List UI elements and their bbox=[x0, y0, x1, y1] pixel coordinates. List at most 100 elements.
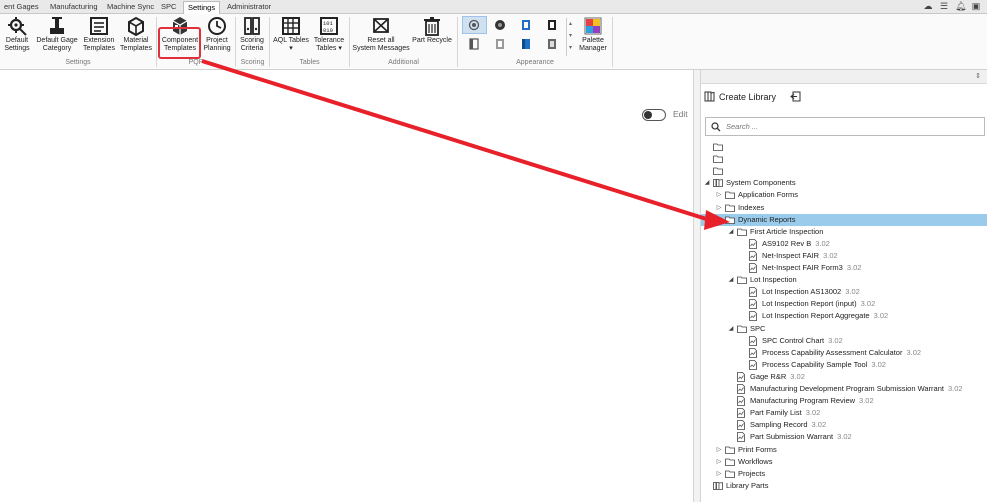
default-settings-button[interactable]: Default Settings bbox=[2, 16, 32, 53]
tree-node[interactable]: Net-Inspect FAIR 3.02 bbox=[701, 250, 987, 262]
report-doc-icon bbox=[749, 263, 757, 273]
panel-splitter[interactable] bbox=[693, 70, 701, 502]
tree-node[interactable]: Manufacturing Program Review 3.02 bbox=[701, 395, 987, 407]
reset-messages-icon bbox=[373, 18, 389, 33]
tab-spc[interactable]: SPC bbox=[157, 1, 180, 14]
expanded-arrow-icon[interactable]: ◢ bbox=[727, 274, 735, 286]
theme-dark-icon[interactable] bbox=[494, 19, 506, 31]
tree-node[interactable]: Manufacturing Development Program Submis… bbox=[701, 383, 987, 395]
tree-node[interactable] bbox=[701, 165, 987, 177]
palette-manager-button[interactable]: Palette Manager bbox=[576, 16, 610, 53]
extension-templates-icon bbox=[90, 17, 108, 35]
material-templates-button[interactable]: Material Templates bbox=[119, 16, 153, 53]
tree-node[interactable]: ◢ First Article Inspection bbox=[701, 226, 987, 238]
expanded-arrow-icon[interactable]: ◢ bbox=[715, 214, 723, 226]
folder-icon bbox=[737, 228, 747, 236]
tree-node[interactable]: Part Submission Warrant 3.02 bbox=[701, 431, 987, 443]
project-planning-button[interactable]: Project Planning bbox=[201, 16, 233, 53]
library-icon bbox=[713, 481, 723, 490]
group-label-appearance: Appearance bbox=[516, 59, 554, 66]
tree-node[interactable]: AS9102 Rev B 3.02 bbox=[701, 238, 987, 250]
tab-administrator[interactable]: Administrator bbox=[223, 1, 275, 14]
tree-node-label: Part Submission Warrant 3.02 bbox=[750, 432, 852, 442]
tree-node[interactable]: Lot Inspection Report Aggregate 3.02 bbox=[701, 310, 987, 322]
tab-machine-sync[interactable]: Machine Sync bbox=[103, 1, 158, 14]
reset-system-messages-button[interactable]: Reset all System Messages bbox=[352, 16, 410, 53]
library-icon bbox=[713, 179, 723, 188]
theme-silver-icon[interactable] bbox=[494, 38, 506, 50]
aql-tables-button[interactable]: AQL Tables ▾ bbox=[272, 16, 310, 53]
tree-node-label: Sampling Record 3.02 bbox=[750, 420, 827, 430]
binders-icon bbox=[244, 17, 260, 35]
edit-label: Edit bbox=[673, 109, 688, 119]
tree-node-label: System Components bbox=[726, 178, 796, 188]
tolerance-tables-button[interactable]: 101 010 Tolerance Tables ▾ bbox=[312, 16, 346, 53]
scoring-criteria-button[interactable]: Scoring Criteria bbox=[237, 16, 267, 53]
expanded-arrow-icon[interactable]: ◢ bbox=[727, 323, 735, 335]
tree-node[interactable] bbox=[701, 153, 987, 165]
tree-node[interactable]: Sampling Record 3.02 bbox=[701, 419, 987, 431]
library-search-input[interactable] bbox=[726, 122, 976, 131]
tree-node[interactable]: ◢ System Components bbox=[701, 177, 987, 189]
toggle-knob bbox=[644, 111, 652, 119]
tree-node[interactable]: SPC Control Chart 3.02 bbox=[701, 335, 987, 347]
collapsed-arrow-icon[interactable]: ▷ bbox=[715, 468, 723, 480]
tree-node[interactable]: Lot Inspection AS13002 3.02 bbox=[701, 286, 987, 298]
tree-node[interactable]: ◢ SPC bbox=[701, 323, 987, 335]
report-doc-icon bbox=[749, 311, 757, 322]
group-label-additional: Additional bbox=[388, 59, 419, 66]
edit-toggle[interactable] bbox=[642, 109, 666, 121]
appearance-scroll[interactable]: ▴ ▾ ▾ bbox=[566, 18, 574, 56]
tab-settings[interactable]: Settings bbox=[183, 1, 221, 14]
bell-icon[interactable]: 🔔︎ bbox=[955, 1, 966, 12]
tree-node[interactable]: ▷ Application Forms bbox=[701, 189, 987, 201]
tree-node[interactable]: ▷ Projects bbox=[701, 468, 987, 480]
window-icon[interactable]: ▣ bbox=[971, 1, 981, 12]
collapsed-arrow-icon[interactable]: ▷ bbox=[715, 456, 723, 468]
tree-node[interactable]: ◢ Lot Inspection bbox=[701, 274, 987, 286]
default-gage-category-button[interactable]: Default Gage Category bbox=[36, 16, 78, 53]
create-library-button[interactable]: Create Library bbox=[704, 91, 802, 102]
theme-office-blue-icon[interactable] bbox=[520, 19, 532, 31]
tasks-icon[interactable]: ☰ bbox=[939, 1, 949, 12]
import-library-icon[interactable] bbox=[790, 91, 802, 102]
tree-node[interactable] bbox=[701, 141, 987, 153]
report-doc-icon bbox=[749, 287, 757, 298]
tree-node[interactable]: Part Family List 3.02 bbox=[701, 407, 987, 419]
tree-node[interactable]: Process Capability Assessment Calculator… bbox=[701, 347, 987, 359]
tree-node-label: Print Forms bbox=[738, 444, 777, 454]
theme-default-icon[interactable] bbox=[468, 19, 480, 31]
tree-node-label: SPC bbox=[750, 323, 766, 333]
arrow-line bbox=[201, 59, 719, 225]
cloud-icon[interactable]: ☁ bbox=[923, 1, 933, 12]
tab-gages[interactable]: ent Gages bbox=[0, 1, 43, 14]
collapsed-arrow-icon[interactable]: ▷ bbox=[715, 189, 723, 201]
version-label: 3.02 bbox=[947, 384, 963, 393]
tree-node[interactable]: Gage R&R 3.02 bbox=[701, 371, 987, 383]
collapsed-arrow-icon[interactable]: ▷ bbox=[715, 444, 723, 456]
theme-light-icon[interactable] bbox=[468, 38, 480, 50]
tree-node[interactable]: Library Parts bbox=[701, 480, 987, 492]
collapsed-arrow-icon[interactable]: ▷ bbox=[715, 202, 723, 214]
expanded-arrow-icon[interactable]: ◢ bbox=[727, 226, 735, 238]
pin-icon[interactable]: ⇕ bbox=[975, 72, 981, 80]
tree-node[interactable]: Process Capability Sample Tool 3.02 bbox=[701, 359, 987, 371]
tab-manufacturing[interactable]: Manufacturing bbox=[46, 1, 102, 14]
version-label: 3.02 bbox=[871, 359, 886, 369]
extension-templates-button[interactable]: Extension Templates bbox=[82, 16, 116, 53]
expanded-arrow-icon[interactable]: ◢ bbox=[703, 177, 711, 189]
report-doc-icon bbox=[737, 384, 745, 394]
library-search bbox=[705, 117, 985, 136]
tree-node[interactable]: ◢ Dynamic Reports bbox=[701, 213, 987, 226]
theme-office-black-icon[interactable] bbox=[546, 19, 558, 31]
tree-node[interactable]: Net-Inspect FAIR Form3 3.02 bbox=[701, 262, 987, 274]
tree-node[interactable]: ▷ Print Forms bbox=[701, 444, 987, 456]
theme-gray-icon[interactable] bbox=[546, 38, 558, 50]
folder-icon bbox=[737, 276, 747, 284]
part-recycle-button[interactable]: Part Recycle bbox=[412, 16, 452, 45]
tree-node-label: Application Forms bbox=[738, 190, 799, 200]
tree-node[interactable]: ▷ Indexes bbox=[701, 202, 987, 214]
tree-node[interactable]: ▷ Workflows bbox=[701, 456, 987, 468]
tree-node[interactable]: Lot Inspection Report (input) 3.02 bbox=[701, 298, 987, 310]
theme-colorful-icon[interactable] bbox=[520, 38, 532, 50]
